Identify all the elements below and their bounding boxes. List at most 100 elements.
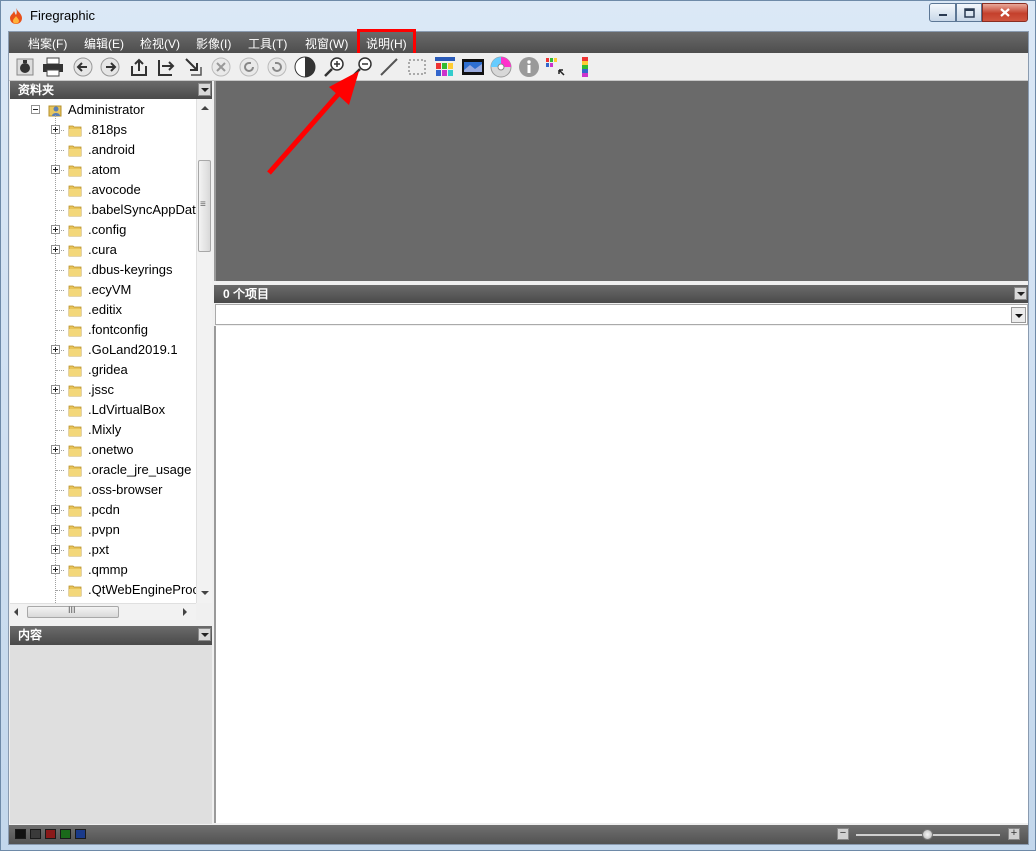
camera-button[interactable]	[13, 55, 37, 79]
tree-item[interactable]: .pvpn	[10, 520, 196, 540]
tree-item[interactable]: .onetwo	[10, 440, 196, 460]
expand-icon[interactable]	[51, 385, 60, 394]
tree-item[interactable]: .avocode	[10, 180, 196, 200]
background-swatch[interactable]	[15, 829, 26, 839]
line-button[interactable]	[377, 55, 401, 79]
file-list-menu-button[interactable]	[1014, 287, 1027, 300]
tree-vertical-scrollbar[interactable]: ≡	[196, 99, 212, 603]
menu-view[interactable]: 检视(V)	[140, 35, 180, 52]
zoom-slider-thumb[interactable]	[922, 829, 933, 840]
background-swatch[interactable]	[75, 829, 86, 839]
background-swatch[interactable]	[60, 829, 71, 839]
expand-icon[interactable]	[51, 245, 60, 254]
path-dropdown-button[interactable]	[1011, 307, 1026, 323]
contrast-button[interactable]	[293, 55, 317, 79]
tree-horizontal-scroll-thumb[interactable]: III	[27, 605, 119, 618]
tree-item[interactable]: .qmmp	[10, 560, 196, 580]
minimize-button[interactable]	[929, 3, 956, 22]
item-count: 0 个项目	[223, 287, 270, 301]
tree-item[interactable]: .QtWebEngineProc	[10, 580, 196, 600]
expand-icon[interactable]	[51, 125, 60, 134]
folders-pane-menu-button[interactable]	[198, 83, 211, 96]
tree-item[interactable]: .gridea	[10, 360, 196, 380]
tree-item[interactable]: .jssc	[10, 380, 196, 400]
tree-branch-line	[56, 270, 64, 271]
scroll-left-arrow-icon[interactable]	[14, 608, 18, 616]
print-button[interactable]	[41, 55, 65, 79]
background-swatch[interactable]	[45, 829, 56, 839]
select-rect-button[interactable]	[405, 55, 429, 79]
scroll-up-arrow-icon[interactable]	[201, 106, 209, 110]
tree-item[interactable]: .cura	[10, 240, 196, 260]
folder-icon	[68, 505, 82, 517]
tree-item[interactable]: .fontconfig	[10, 320, 196, 340]
tree-branch-line	[56, 210, 64, 211]
upload-button[interactable]	[127, 55, 151, 79]
color-levels-button[interactable]	[573, 55, 597, 79]
menu-tools[interactable]: 工具(T)	[248, 35, 287, 52]
tree-vertical-scroll-thumb[interactable]: ≡	[198, 160, 211, 252]
tree-item[interactable]: .GoLand2019.1	[10, 340, 196, 360]
scroll-right-arrow-icon[interactable]	[183, 608, 187, 616]
tree-item[interactable]: .babelSyncAppDat	[10, 200, 196, 220]
expand-icon[interactable]	[51, 545, 60, 554]
background-swatch[interactable]	[30, 829, 41, 839]
burn-disc-button[interactable]	[489, 55, 513, 79]
tree-item[interactable]: .android	[10, 140, 196, 160]
slideshow-button[interactable]	[461, 55, 485, 79]
histogram-button[interactable]	[544, 55, 568, 79]
export-button[interactable]	[154, 55, 178, 79]
zoom-out-small-button[interactable]: −	[837, 828, 849, 840]
zoom-in-button[interactable]	[322, 55, 346, 79]
zoom-in-small-button[interactable]: +	[1008, 828, 1020, 840]
expand-icon[interactable]	[51, 445, 60, 454]
image-preview-area[interactable]	[214, 81, 1028, 281]
rotate-left-button[interactable]	[237, 55, 261, 79]
zoom-out-button[interactable]	[350, 55, 374, 79]
move-button[interactable]	[181, 55, 205, 79]
expand-icon[interactable]	[51, 345, 60, 354]
close-button[interactable]	[982, 3, 1028, 22]
tree-item[interactable]: .atom	[10, 160, 196, 180]
tree-item[interactable]: .ecyVM	[10, 280, 196, 300]
expand-icon[interactable]	[51, 505, 60, 514]
path-combobox[interactable]	[215, 304, 1028, 325]
back-button[interactable]	[71, 55, 95, 79]
content-pane-menu-button[interactable]	[198, 628, 211, 641]
tree-item[interactable]: .LdVirtualBox	[10, 400, 196, 420]
content-pane	[10, 645, 212, 824]
menu-edit[interactable]: 编辑(E)	[84, 35, 124, 52]
expand-icon[interactable]	[51, 165, 60, 174]
tree-item[interactable]: .818ps	[10, 120, 196, 140]
tree-item[interactable]: .oss-browser	[10, 480, 196, 500]
menu-image[interactable]: 影像(I)	[196, 35, 231, 52]
tree-item[interactable]: .editix	[10, 300, 196, 320]
tree-item[interactable]: .config	[10, 220, 196, 240]
folder-icon	[68, 565, 82, 577]
expand-icon[interactable]	[51, 525, 60, 534]
menu-file[interactable]: 档案(F)	[28, 35, 67, 52]
tree-root-row[interactable]: Administrator	[10, 100, 196, 120]
rotate-right-button[interactable]	[265, 55, 289, 79]
tree-item[interactable]: .dbus-keyrings	[10, 260, 196, 280]
info-button[interactable]	[517, 55, 541, 79]
delete-button[interactable]	[209, 55, 233, 79]
menu-window[interactable]: 视窗(W)	[305, 35, 348, 52]
thumbnails-button[interactable]	[433, 55, 457, 79]
tree-branch-line	[56, 150, 64, 151]
tree-item-label: .oss-browser	[88, 482, 163, 497]
tree-item[interactable]: .oracle_jre_usage	[10, 460, 196, 480]
forward-button[interactable]	[98, 55, 122, 79]
collapse-icon[interactable]	[31, 105, 40, 114]
restore-button[interactable]	[956, 3, 982, 22]
scroll-down-arrow-icon[interactable]	[201, 591, 209, 595]
content-pane-title: 内容	[18, 628, 43, 642]
expand-icon[interactable]	[51, 565, 60, 574]
tree-item[interactable]: .Mixly	[10, 420, 196, 440]
tree-horizontal-scrollbar[interactable]: III	[10, 603, 196, 620]
file-list[interactable]	[214, 326, 1028, 823]
tree-item[interactable]: .pxt	[10, 540, 196, 560]
tree-item[interactable]: .pcdn	[10, 500, 196, 520]
expand-icon[interactable]	[51, 225, 60, 234]
tree-branch-line	[56, 430, 64, 431]
